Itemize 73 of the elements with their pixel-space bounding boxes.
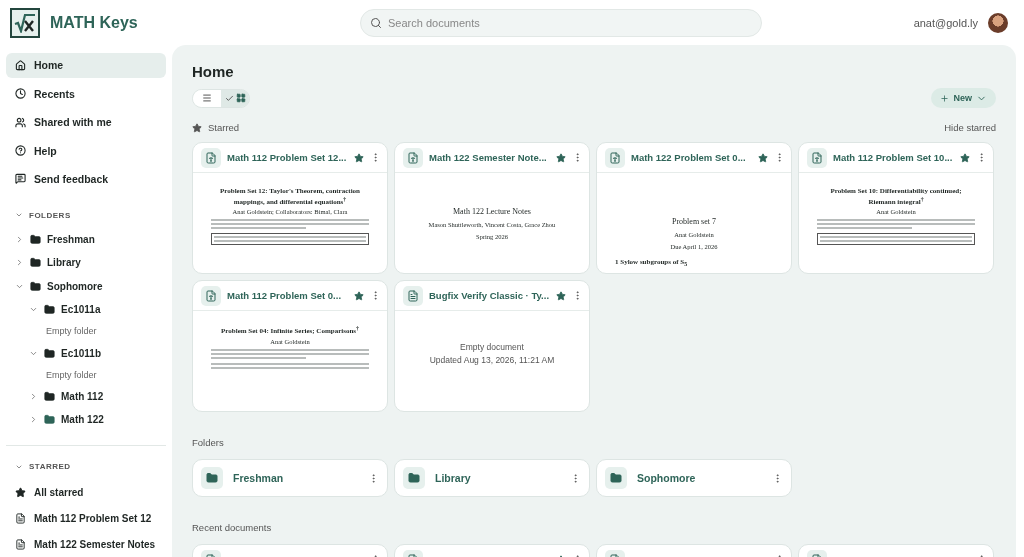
section-title: Recent documents	[192, 522, 272, 533]
empty-folder-note: Empty folder	[45, 326, 97, 337]
folder-card[interactable]: Library	[394, 459, 590, 497]
folder-card[interactable]: Freshman	[192, 459, 388, 497]
empty-document-text: Empty document	[459, 341, 525, 354]
plus-icon	[940, 93, 950, 103]
logo-icon	[10, 7, 40, 38]
folder-icon	[201, 467, 223, 489]
home-icon	[15, 59, 26, 71]
document-title[interactable]: Math 112 Problem Set 0...	[227, 290, 348, 301]
star-icon[interactable]	[354, 152, 364, 163]
clock-icon	[15, 88, 26, 100]
new-button[interactable]: New	[931, 88, 996, 108]
avatar[interactable]	[988, 12, 1008, 33]
message-icon	[15, 173, 26, 185]
nav-item[interactable]: Home	[6, 53, 166, 78]
page-title: Home	[192, 63, 235, 80]
nav-item[interactable]: Send feedback	[6, 166, 166, 192]
folder-name[interactable]: Sophomore	[637, 472, 762, 484]
nav-item[interactable]: Shared with me	[6, 109, 166, 135]
list-icon	[202, 93, 212, 103]
empty-folder-note: Empty folder	[45, 369, 97, 380]
star-icon[interactable]	[556, 290, 566, 301]
section-title: Folders	[192, 437, 224, 448]
star-icon[interactable]	[354, 290, 364, 301]
check-icon	[224, 93, 234, 103]
updated-date: Updated Aug 13, 2026, 11:21 AM	[429, 353, 555, 367]
folder-name[interactable]: Freshman	[233, 472, 358, 484]
document-title[interactable]: Math 112 Problem Set 10...	[833, 152, 954, 163]
document-card[interactable]: Bugfix Verify Classic · Ty... Empty document Updated Aug 13, 2026, 11:21 AM	[394, 280, 590, 412]
folder-name[interactable]: Freshman	[47, 234, 95, 246]
document-title[interactable]: Math 112 Problem Set 12...	[227, 152, 348, 163]
folder-name[interactable]: Ec1011a	[61, 304, 101, 316]
expand-chevron-icon[interactable]	[29, 415, 38, 425]
starred-item[interactable]: Math 122 Semester Notes	[34, 538, 156, 550]
document-title: Math 122 Lecture Notes	[453, 207, 531, 216]
section-title: Starred	[208, 122, 240, 133]
expand-chevron-icon[interactable]	[29, 391, 38, 401]
star-icon[interactable]	[758, 152, 768, 163]
document-title[interactable]: Bugfix Verify Classic · Ty...	[429, 290, 550, 301]
search-field[interactable]: Search documents	[360, 8, 762, 37]
folder-name[interactable]: Ec1011b	[61, 347, 102, 359]
search-icon	[370, 16, 382, 29]
list-view-button[interactable]	[193, 89, 221, 107]
grid-icon	[235, 93, 246, 103]
expand-chevron-icon[interactable]	[15, 235, 24, 245]
nav-item[interactable]: Help	[6, 138, 166, 163]
star-icon[interactable]	[960, 152, 970, 163]
nav-item[interactable]: Recents	[6, 81, 166, 107]
folder-card[interactable]: Sophomore	[596, 459, 792, 497]
folder-name[interactable]: Sophomore	[47, 280, 103, 292]
expand-chevron-icon[interactable]	[15, 258, 24, 268]
app-name: MATH Keys	[50, 13, 139, 32]
document-title[interactable]: Math 122 Semester Note...	[429, 152, 550, 163]
star-icon	[192, 122, 202, 133]
starred-item[interactable]: Math 112 Problem Set 12	[34, 512, 152, 524]
folder-name[interactable]: Math 122	[61, 414, 104, 426]
document-title: Problem set 7	[672, 217, 716, 226]
hide-starred-link[interactable]: Hide starred	[944, 122, 996, 133]
section-title: FOLDERS	[29, 210, 71, 220]
folder-icon	[605, 467, 627, 489]
star-icon[interactable]	[556, 152, 566, 163]
help-icon	[15, 145, 26, 157]
folder-name[interactable]: Math 112	[61, 390, 104, 402]
starred-item[interactable]: All starred	[34, 486, 84, 498]
people-icon	[15, 116, 26, 128]
grid-view-button[interactable]	[221, 89, 249, 107]
folder-name[interactable]: Library	[47, 257, 81, 269]
document-title[interactable]: Math 122 Problem Set 0...	[631, 152, 752, 163]
folder-icon	[403, 467, 425, 489]
section-title: STARRED	[29, 462, 71, 472]
user-email: anat@gold.ly	[913, 16, 978, 29]
folder-name[interactable]: Library	[435, 472, 560, 484]
